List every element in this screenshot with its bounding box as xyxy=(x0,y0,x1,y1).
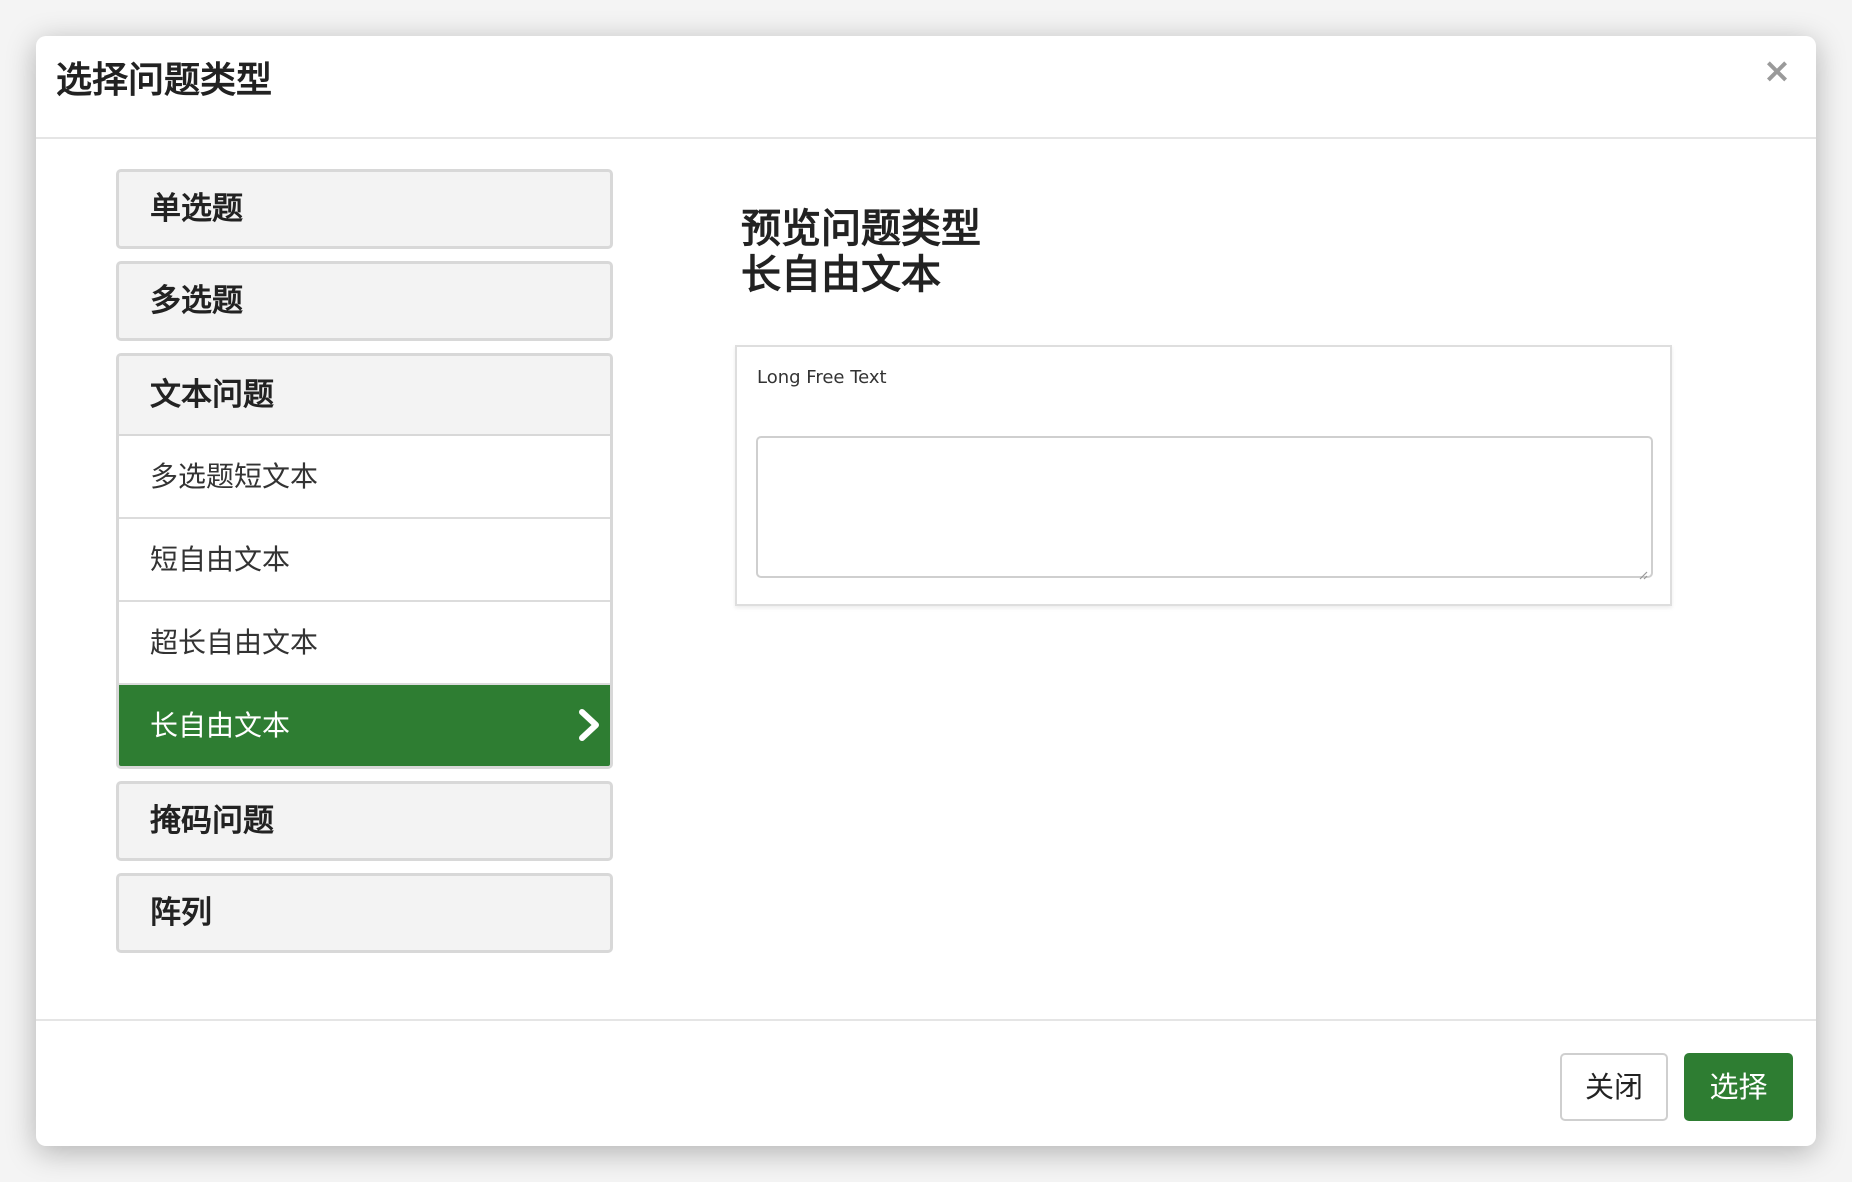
dialog-title: 选择问题类型 xyxy=(56,60,273,101)
preview-heading-line: 预览问题类型 xyxy=(741,206,981,252)
group-text-questions-header[interactable]: 文本问题 xyxy=(119,356,610,436)
list-item-long-free-text[interactable]: 长自由文本 xyxy=(119,685,610,766)
question-type-list: 单选题 多选题 文本问题 多选题短文本 短自由文本 超长自由文本 长自由文本 掩… xyxy=(116,169,616,965)
question-type-dialog: 选择问题类型 × 单选题 多选题 文本问题 多选题短文本 短自由文本 超长自由文… xyxy=(36,36,1816,1146)
group-array[interactable]: 阵列 xyxy=(116,873,613,953)
resize-grip-icon[interactable] xyxy=(1638,570,1648,580)
group-single-choice[interactable]: 单选题 xyxy=(116,169,613,249)
preview-card: Long Free Text xyxy=(735,345,1672,606)
dialog-footer: 关闭 选择 xyxy=(36,1019,1816,1146)
list-item-huge-free-text[interactable]: 超长自由文本 xyxy=(119,602,610,685)
group-multiple-choice[interactable]: 多选题 xyxy=(116,261,613,341)
group-text-questions: 文本问题 多选题短文本 短自由文本 超长自由文本 长自由文本 xyxy=(116,353,613,769)
preview-heading: 预览问题类型 长自由文本 xyxy=(741,206,981,298)
close-button[interactable]: 关闭 xyxy=(1560,1053,1668,1121)
list-item-short-free-text[interactable]: 短自由文本 xyxy=(119,519,610,602)
list-item-label: 短自由文本 xyxy=(150,543,291,576)
list-item-label: 长自由文本 xyxy=(150,709,291,742)
list-item-label: 多选题短文本 xyxy=(150,460,319,493)
list-item-multi-short-text[interactable]: 多选题短文本 xyxy=(119,436,610,519)
preview-type-name: 长自由文本 xyxy=(741,252,941,298)
close-icon[interactable]: × xyxy=(1760,54,1794,88)
group-mask-questions[interactable]: 掩码问题 xyxy=(116,781,613,861)
preview-question-label: Long Free Text xyxy=(757,367,887,388)
select-button[interactable]: 选择 xyxy=(1684,1053,1793,1121)
chevron-right-icon xyxy=(579,709,599,741)
preview-textarea[interactable] xyxy=(756,436,1653,578)
list-item-label: 超长自由文本 xyxy=(150,626,319,659)
dialog-header: 选择问题类型 × xyxy=(36,36,1816,139)
